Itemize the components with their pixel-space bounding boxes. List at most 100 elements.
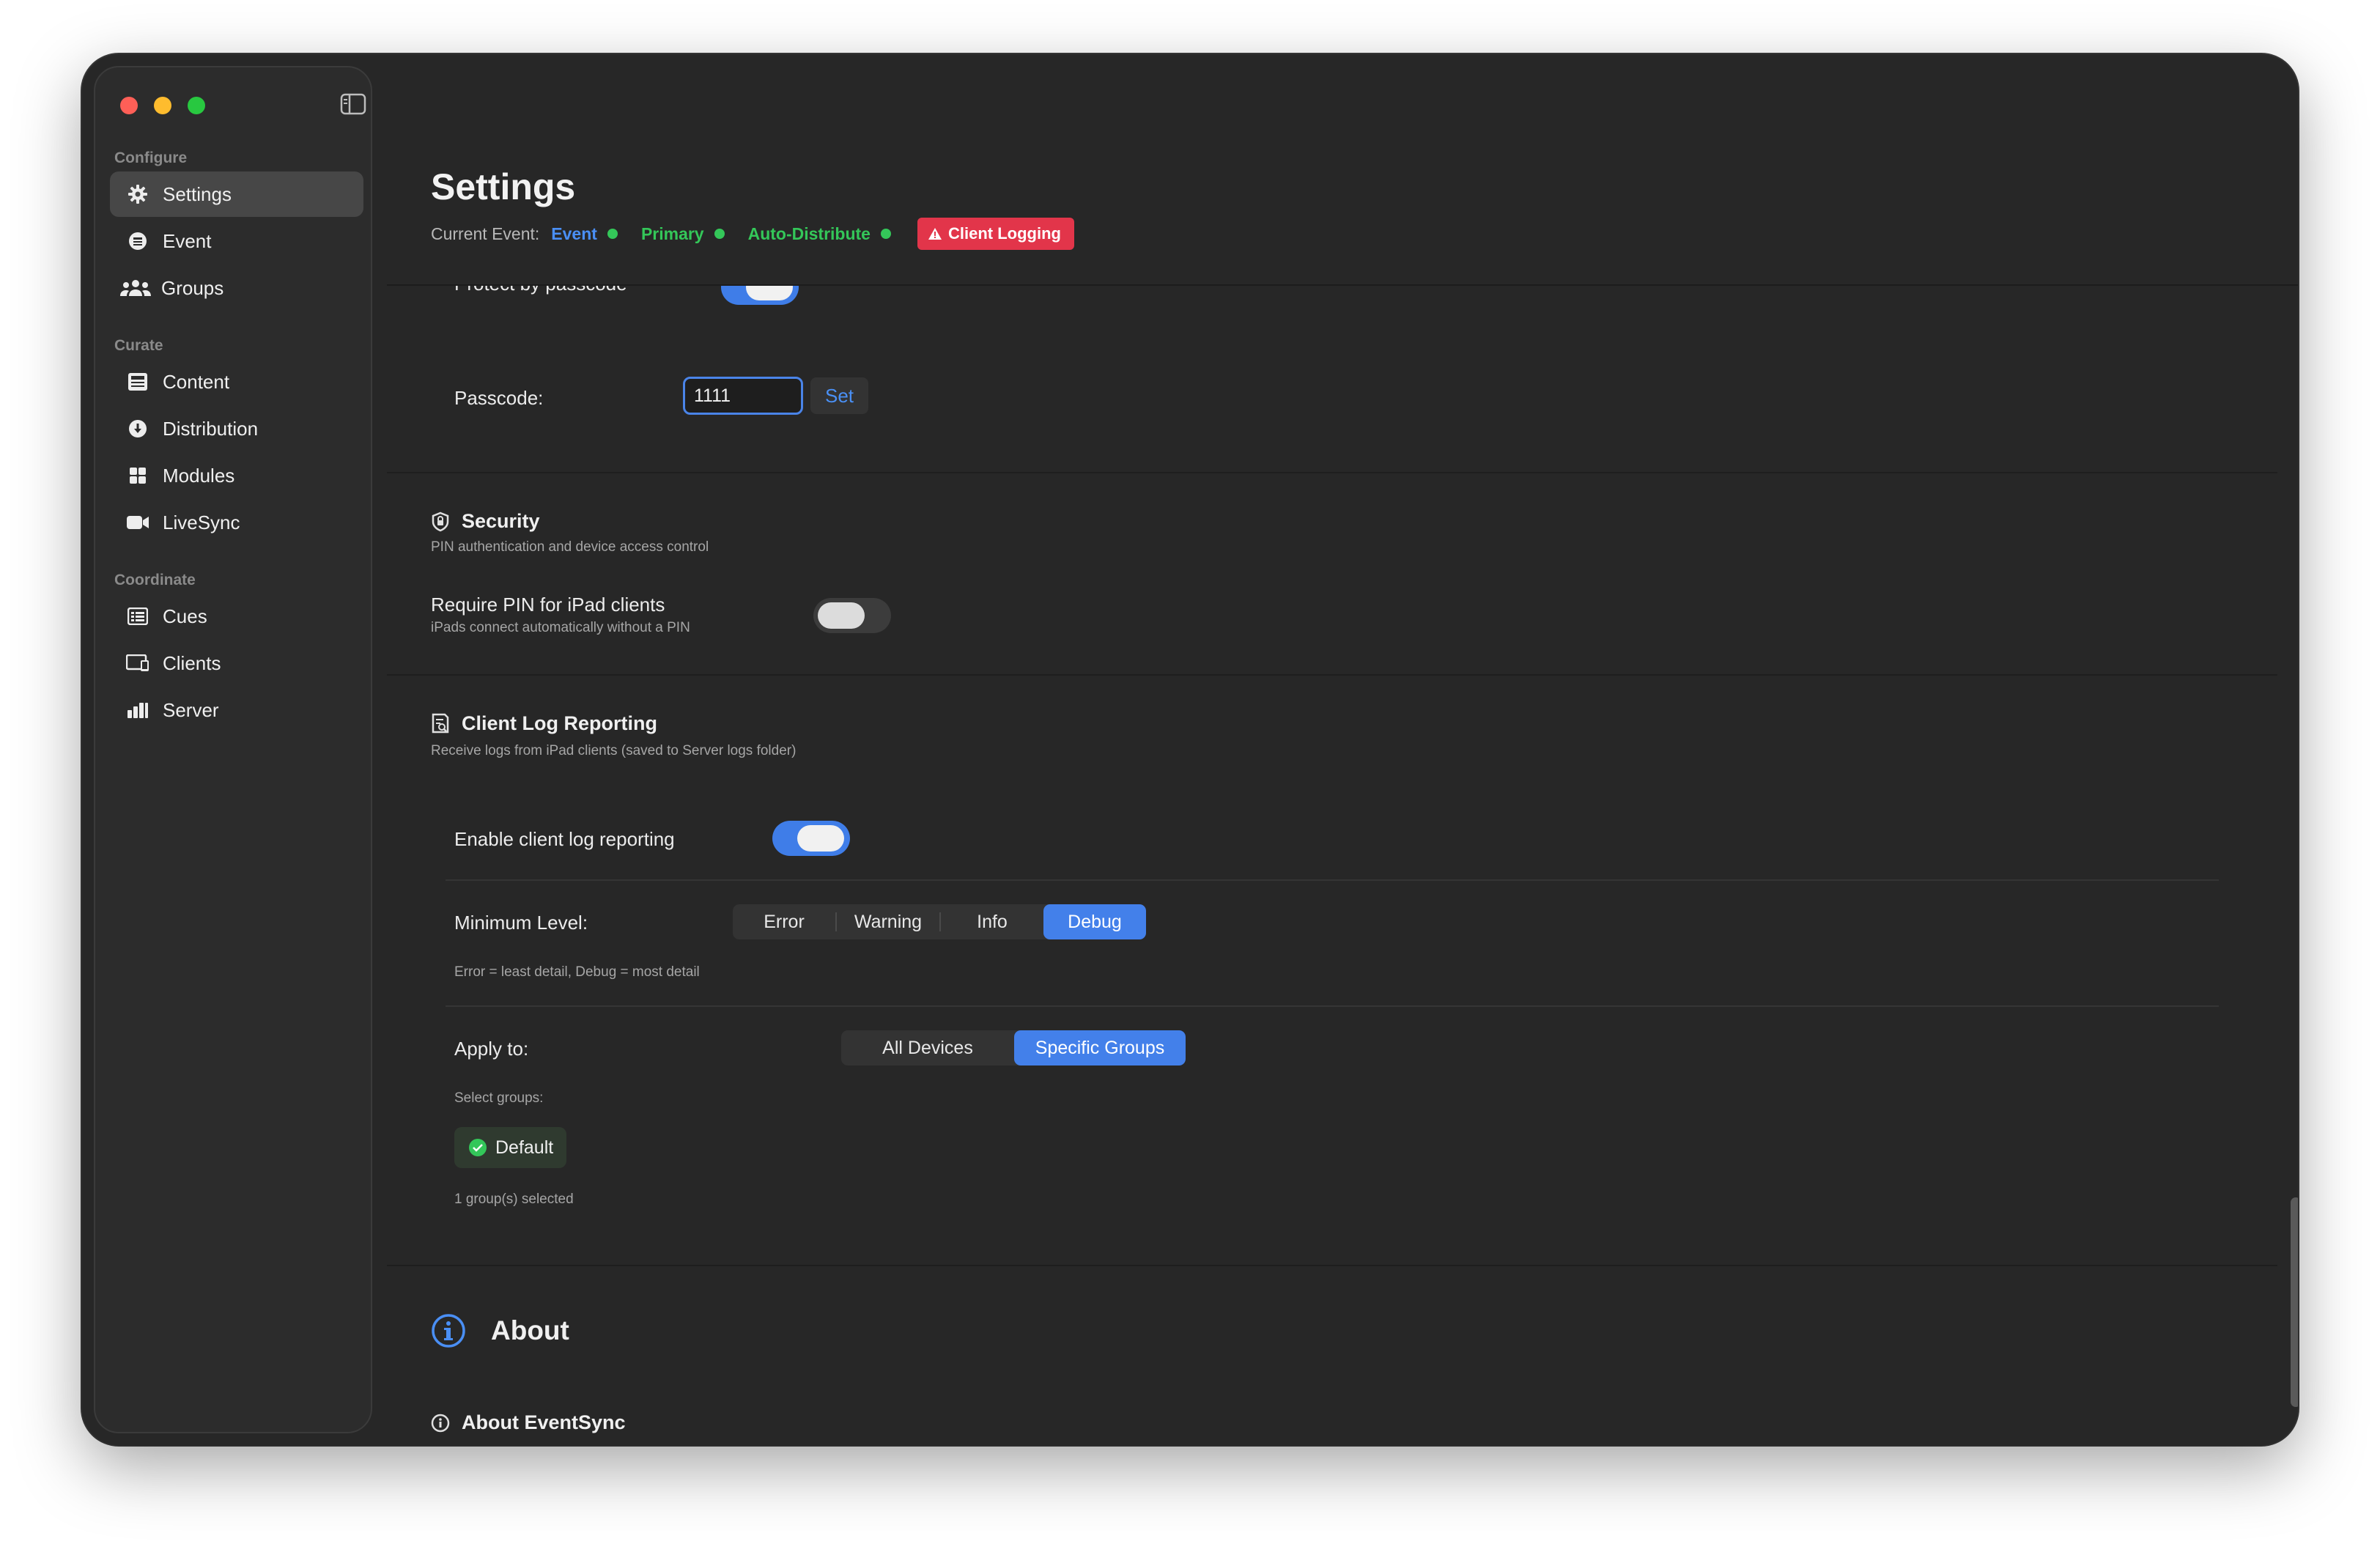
minimize-window-button[interactable] (154, 97, 171, 114)
group-chip-label: Default (495, 1137, 554, 1158)
close-window-button[interactable] (120, 97, 138, 114)
client-log-subtitle: Receive logs from iPad clients (saved to… (431, 743, 797, 758)
level-option-error[interactable]: Error (733, 904, 835, 939)
sidebar-section-curate: Curate (114, 337, 163, 354)
row-divider (446, 1005, 2219, 1007)
sidebar-item-distribution[interactable]: Distribution (110, 406, 363, 451)
set-passcode-button[interactable]: Set (810, 377, 869, 414)
about-section-title: About (431, 1313, 569, 1348)
people-icon (119, 276, 152, 300)
about-eventsync-title: About EventSync (431, 1411, 626, 1434)
event-tag: Event (551, 224, 597, 243)
bar-chart-icon (126, 698, 149, 722)
toggle-knob (797, 825, 844, 852)
sidebar-item-content[interactable]: Content (110, 359, 363, 405)
sidebar-item-label: Event (163, 229, 212, 252)
current-event-label: Current Event: (431, 224, 540, 243)
passcode-input[interactable] (683, 377, 803, 415)
sidebar: Configure Settings Event Groups Curate C… (94, 66, 372, 1433)
toggle-knob (746, 286, 793, 300)
security-title: Security (462, 510, 540, 532)
level-option-debug[interactable]: Debug (1043, 904, 1146, 939)
checkmark-icon (469, 1139, 487, 1156)
passcode-label: Passcode: (454, 387, 544, 409)
enable-log-toggle[interactable] (772, 821, 850, 856)
sidebar-item-label: Server (163, 698, 219, 721)
sidebar-item-clients[interactable]: Clients (110, 640, 363, 686)
section-divider (387, 1265, 2277, 1266)
section-divider (387, 472, 2277, 473)
group-chip-default[interactable]: Default (454, 1127, 567, 1168)
enable-log-label: Enable client log reporting (454, 828, 675, 850)
sidebar-item-modules[interactable]: Modules (110, 453, 363, 498)
calendar-icon (126, 229, 149, 253)
info-icon (431, 1414, 450, 1432)
client-log-title: Client Log Reporting (462, 712, 657, 734)
sidebar-item-groups[interactable]: Groups (110, 265, 363, 311)
level-option-warning[interactable]: Warning (837, 904, 939, 939)
sidebar-section-configure: Configure (114, 149, 188, 166)
sidebar-item-label: LiveSync (163, 511, 240, 533)
minimum-level-segmented-control[interactable]: Error Warning Info Debug (733, 904, 1146, 939)
auto-distribute-tag: Auto-Distribute (747, 224, 871, 243)
current-event-status: Current Event: Event Primary Auto-Distri… (431, 215, 1074, 252)
info-circle-icon (432, 1314, 465, 1348)
require-pin-hint: iPads connect automatically without a PI… (431, 620, 690, 635)
apply-to-segmented-control[interactable]: All Devices Specific Groups (841, 1030, 1186, 1065)
require-pin-label: Require PIN for iPad clients (431, 594, 665, 616)
sidebar-toggle-icon[interactable] (340, 92, 366, 116)
section-divider (387, 674, 2277, 676)
toggle-knob (818, 602, 865, 629)
video-icon (126, 511, 149, 534)
about-eventsync-label: About EventSync (462, 1411, 626, 1433)
list-icon (126, 605, 149, 628)
client-logging-badge-label: Client Logging (947, 224, 1061, 243)
warning-icon (928, 228, 942, 240)
security-subtitle: PIN authentication and device access con… (431, 539, 709, 555)
page-title: Settings (431, 166, 576, 207)
sidebar-item-label: Settings (163, 182, 232, 205)
sidebar-item-settings[interactable]: Settings (110, 171, 363, 217)
sidebar-item-server[interactable]: Server (110, 687, 363, 733)
event-status-dot (607, 229, 618, 239)
sidebar-item-cues[interactable]: Cues (110, 594, 363, 639)
primary-tag: Primary (640, 224, 704, 243)
row-divider (446, 879, 2219, 881)
sidebar-item-label: Groups (161, 276, 224, 299)
sidebar-item-label: Content (163, 370, 230, 393)
shield-icon (432, 511, 449, 531)
select-groups-label: Select groups: (454, 1090, 544, 1106)
protect-passcode-toggle[interactable] (721, 286, 799, 305)
app-window: Configure Settings Event Groups Curate C… (82, 54, 2298, 1445)
sidebar-item-label: Modules (163, 464, 235, 487)
settings-scroll-area[interactable]: Protect by passcode Passcode: Set Securi… (387, 286, 2277, 1445)
level-option-info[interactable]: Info (941, 904, 1043, 939)
document-search-icon (432, 713, 449, 733)
sidebar-item-livesync[interactable]: LiveSync (110, 500, 363, 545)
auto-distribute-status-dot (880, 229, 891, 239)
sidebar-item-event[interactable]: Event (110, 218, 363, 264)
main-content: Settings Current Event: Event Primary Au… (387, 54, 2298, 1445)
about-title: About (491, 1315, 569, 1345)
primary-status-dot (714, 229, 725, 239)
groups-selected-count: 1 group(s) selected (454, 1192, 574, 1207)
download-icon (126, 417, 149, 440)
content-icon (126, 370, 149, 394)
sidebar-item-label: Clients (163, 651, 221, 674)
scrollbar-thumb[interactable] (2291, 1197, 2298, 1407)
devices-icon (126, 651, 149, 675)
level-hint: Error = least detail, Debug = most detai… (454, 964, 700, 980)
client-log-section-title: Client Log Reporting (431, 712, 657, 735)
require-pin-toggle[interactable] (813, 598, 891, 633)
protect-passcode-label: Protect by passcode (454, 286, 627, 295)
security-section-title: Security (431, 510, 540, 533)
minimum-level-label: Minimum Level: (454, 912, 588, 934)
apply-option-specific-groups[interactable]: Specific Groups (1014, 1030, 1186, 1065)
apply-option-all-devices[interactable]: All Devices (841, 1030, 1014, 1065)
sidebar-item-label: Distribution (163, 417, 259, 440)
zoom-window-button[interactable] (188, 97, 205, 114)
sidebar-item-label: Cues (163, 605, 207, 627)
client-logging-badge: Client Logging (917, 218, 1074, 250)
grid-icon (126, 464, 149, 487)
gear-icon (126, 182, 149, 206)
